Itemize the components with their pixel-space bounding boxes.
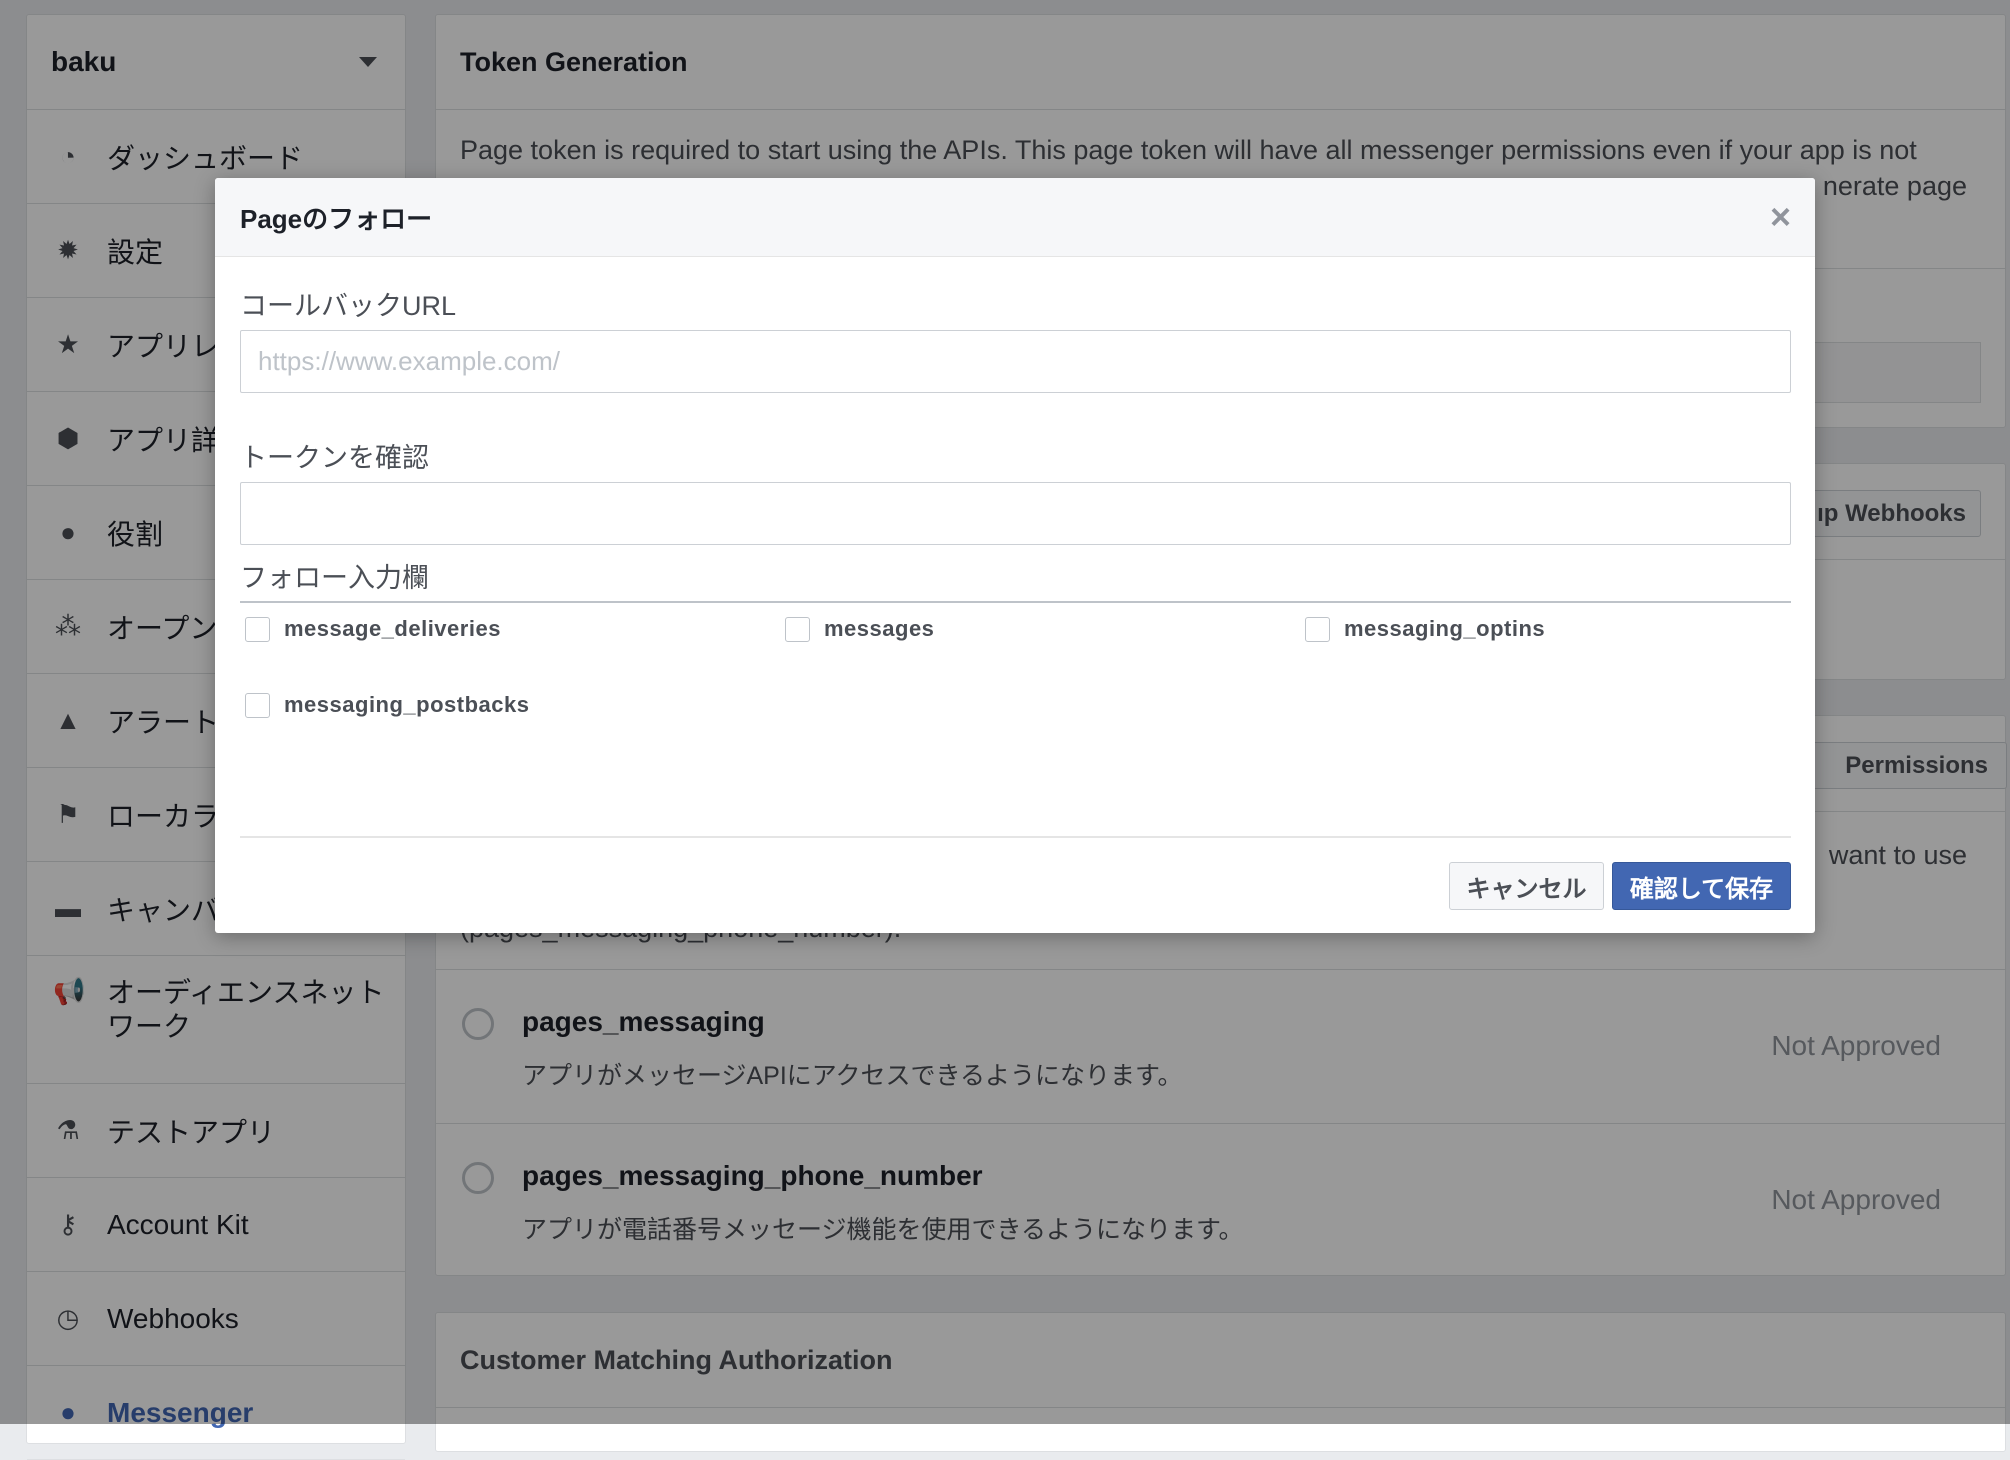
verify-token-input[interactable]: [240, 482, 1791, 545]
checkbox-messaging-optins[interactable]: messaging_optins: [1305, 616, 1545, 642]
close-icon[interactable]: ×: [1770, 196, 1791, 238]
checkbox[interactable]: [785, 616, 810, 642]
checkbox[interactable]: [245, 616, 270, 642]
checkbox-label: messaging_postbacks: [284, 692, 530, 717]
checkbox-label: messaging_optins: [1344, 616, 1546, 641]
checkbox-message-deliveries[interactable]: message_deliveries: [245, 616, 501, 642]
callback-url-input[interactable]: [240, 330, 1791, 393]
divider: [240, 836, 1791, 838]
checkbox-messaging-postbacks[interactable]: messaging_postbacks: [245, 692, 529, 718]
checkbox[interactable]: [1305, 616, 1330, 642]
divider: [240, 601, 1791, 603]
page-follow-dialog: Pageのフォロー × コールバックURL トークンを確認 フォロー入力欄 me…: [215, 178, 1815, 933]
callback-url-label: コールバックURL: [240, 291, 457, 321]
dialog-header: Pageのフォロー: [215, 178, 1815, 257]
checkbox-label: message_deliveries: [284, 616, 501, 641]
verify-token-label: トークンを確認: [240, 443, 429, 473]
checkbox[interactable]: [245, 692, 270, 718]
cancel-button[interactable]: キャンセル: [1449, 862, 1604, 910]
checkbox-messages[interactable]: messages: [785, 616, 934, 642]
checkbox-label: messages: [824, 616, 935, 641]
subscription-fields-label: フォロー入力欄: [240, 563, 429, 593]
dialog-title: Pageのフォロー: [240, 203, 433, 234]
confirm-save-button[interactable]: 確認して保存: [1612, 862, 1791, 910]
